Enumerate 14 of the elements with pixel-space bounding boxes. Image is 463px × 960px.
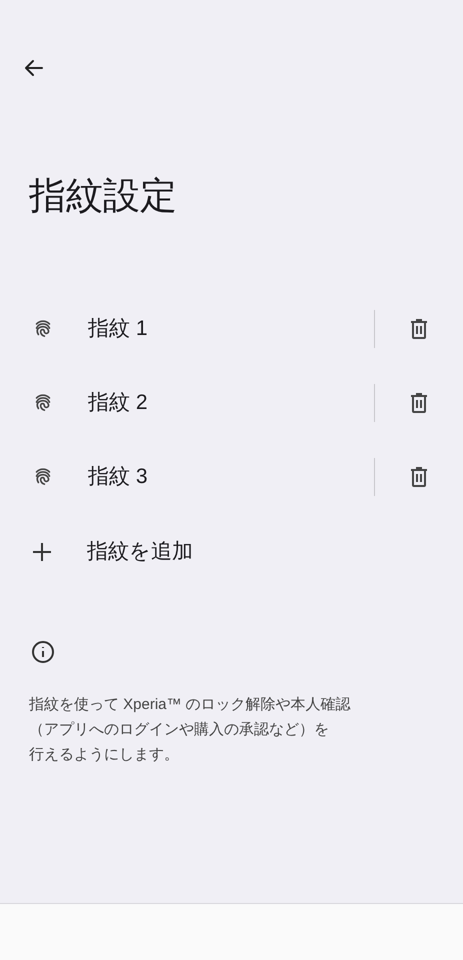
page-title: 指紋設定 xyxy=(29,174,178,218)
fingerprint-item[interactable]: 指紋 3 xyxy=(0,440,374,514)
info-icon xyxy=(31,640,55,664)
trash-icon xyxy=(409,318,429,340)
fingerprint-item[interactable]: 指紋 2 xyxy=(0,366,374,440)
info-text-line: 指紋を使って Xperia™ のロック解除や本人確認 xyxy=(29,695,351,715)
info-text-line: （アプリへのログインや購入の承認など）を xyxy=(29,720,329,740)
fingerprint-item[interactable]: 指紋 1 xyxy=(0,292,374,366)
info-text-line: 行えるようにします。 xyxy=(29,745,179,765)
plus-icon xyxy=(32,542,52,562)
trash-icon xyxy=(409,392,429,414)
back-arrow-icon xyxy=(24,58,44,78)
trash-icon xyxy=(409,466,429,488)
add-fingerprint-item[interactable]: 指紋を追加 xyxy=(0,514,463,590)
